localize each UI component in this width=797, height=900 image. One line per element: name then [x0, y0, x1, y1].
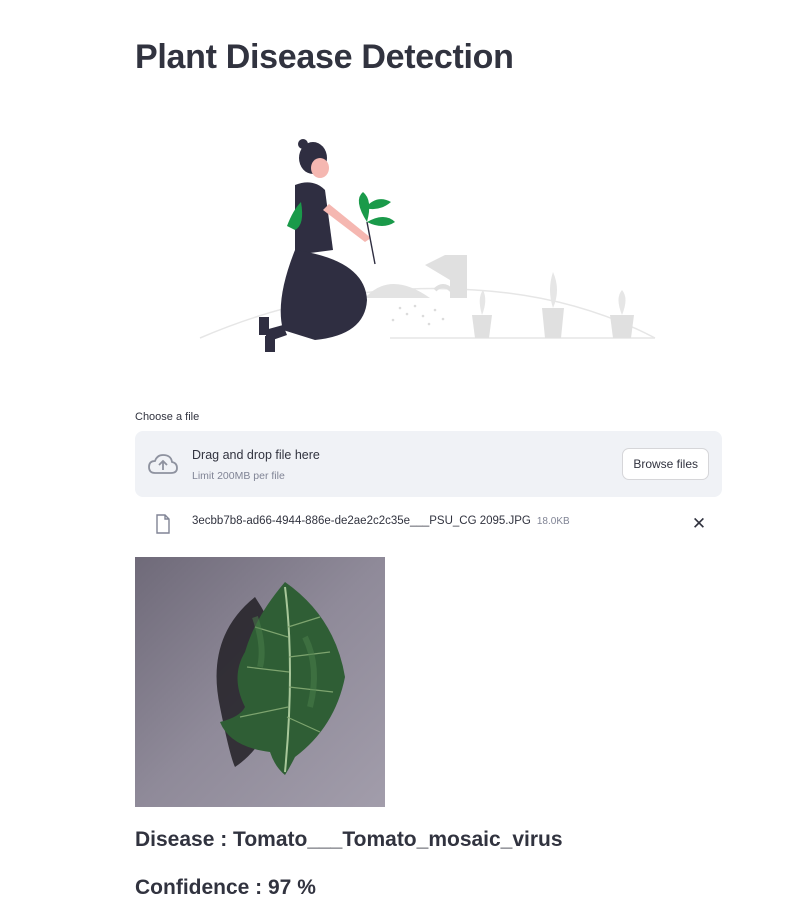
- file-size: 18.0KB: [536, 516, 570, 527]
- close-icon[interactable]: ✕: [689, 514, 709, 534]
- uploaded-leaf-image: [135, 557, 385, 807]
- dropzone-limit: Limit 200MB per file: [192, 470, 285, 482]
- file-name: 3ecbb7b8-ad66-4944-886e-de2ae2c2c35e___P…: [192, 515, 531, 527]
- file-dropzone[interactable]: Drag and drop file here Limit 200MB per …: [135, 431, 722, 497]
- file-icon: [156, 514, 170, 534]
- uploaded-file-row: 3ecbb7b8-ad66-4944-886e-de2ae2c2c35e___P…: [135, 506, 722, 542]
- cloud-upload-icon: [148, 454, 178, 474]
- uploader-label: Choose a file: [135, 411, 200, 423]
- browse-files-button[interactable]: Browse files: [622, 448, 709, 480]
- disease-result: Disease : Tomato___Tomato_mosaic_virus: [135, 828, 563, 851]
- gardening-illustration: [199, 139, 656, 352]
- confidence-result: Confidence : 97 %: [135, 876, 316, 899]
- page-title: Plant Disease Detection: [135, 38, 514, 76]
- dropzone-title: Drag and drop file here: [192, 448, 320, 462]
